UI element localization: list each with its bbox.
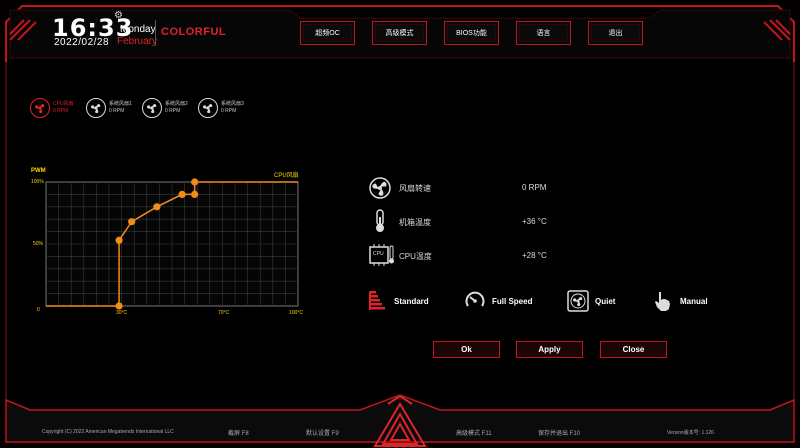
y-tick-label: 100%	[31, 179, 44, 185]
apply-button[interactable]: Apply	[516, 341, 583, 358]
x-tick-label: 70°C	[218, 310, 230, 316]
curve-point[interactable]	[115, 302, 123, 310]
x-tick-label: 100°C	[289, 310, 303, 316]
footer-screenshot-key[interactable]: 截屏 F8	[228, 428, 249, 437]
chart-y-title: PWM	[31, 168, 46, 174]
curve-point[interactable]	[115, 236, 123, 244]
curve-point[interactable]	[128, 218, 136, 226]
chassis-temp-value: +36 °C	[522, 217, 547, 226]
fan-speed-row	[368, 176, 392, 200]
y-tick-label: 0	[37, 307, 40, 313]
footer-copyright: Copyright (C) 2022 American Megatrends I…	[42, 429, 174, 435]
speedometer-icon	[464, 290, 486, 312]
mode-full-speed-button[interactable]: Full Speed	[464, 290, 532, 312]
footer-advanced-key[interactable]: 高级模式 F11	[456, 428, 492, 437]
footer-save-exit-key[interactable]: 保存并退出 F10	[538, 428, 580, 437]
mode-manual-button[interactable]: Manual	[652, 290, 708, 312]
fan-speed-value: 0 RPM	[522, 183, 547, 192]
cpu-temp-value: +28 °C	[522, 251, 547, 260]
standard-bars-icon	[366, 290, 388, 312]
cpu-temp-label: CPU温度	[399, 252, 432, 261]
curve-point[interactable]	[178, 190, 186, 198]
chassis-temp-label: 机箱温度	[399, 218, 431, 227]
mode-manual-label: Manual	[680, 296, 708, 306]
curve-point[interactable]	[191, 178, 199, 186]
chart-series-name: CPU风扇	[274, 173, 299, 179]
x-tick-label: 30°C	[116, 310, 128, 316]
fan-speed-label: 风扇转速	[399, 184, 431, 193]
cpu-temp-row: CPU	[368, 243, 396, 267]
cpu-chip-text: CPU	[373, 251, 384, 257]
mode-quiet-label: Quiet	[595, 296, 616, 306]
chassis-temp-row	[368, 209, 392, 233]
close-button[interactable]: Close	[600, 341, 667, 358]
hand-pointer-icon	[652, 290, 674, 312]
cpu-thermometer-icon: CPU	[368, 243, 396, 267]
mode-quiet-button[interactable]: Quiet	[567, 290, 615, 312]
ok-button[interactable]: Ok	[433, 341, 500, 358]
footer-version: Version版本号: 1.126	[667, 430, 714, 436]
fan-icon	[368, 176, 392, 200]
mode-standard-button[interactable]: Standard	[366, 290, 429, 312]
mode-full-speed-label: Full Speed	[492, 296, 533, 306]
thermometer-icon	[368, 209, 392, 233]
curve-point[interactable]	[191, 190, 199, 198]
fan-box-icon	[567, 290, 589, 312]
curve-point[interactable]	[153, 203, 161, 211]
y-tick-label: 50%	[33, 241, 44, 247]
footer-defaults-key[interactable]: 默认设置 F9	[306, 428, 339, 437]
mode-standard-label: Standard	[394, 296, 429, 306]
